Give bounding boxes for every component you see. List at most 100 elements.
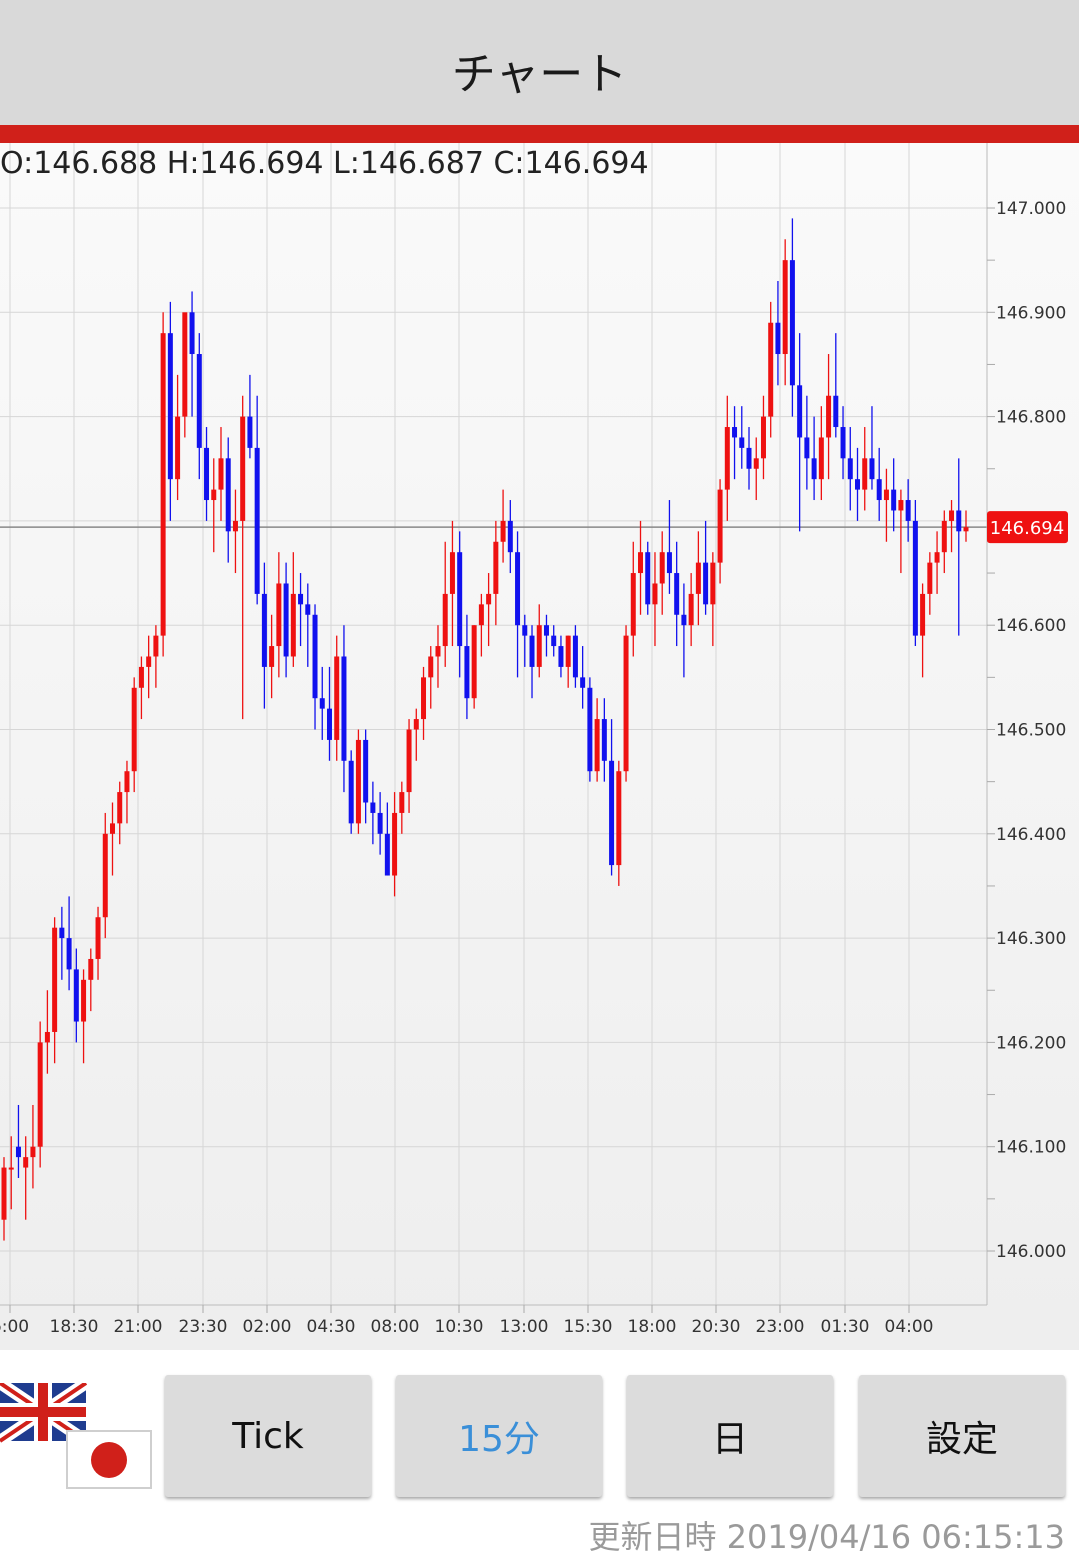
candle (493, 520, 499, 626)
candle-body (261, 593, 267, 667)
candle (681, 583, 687, 678)
candle-body (52, 927, 58, 1032)
candle-body (117, 792, 123, 824)
candle (88, 948, 94, 1012)
candle-body (876, 479, 882, 501)
candle (876, 447, 882, 521)
candle (406, 719, 412, 813)
candle-body (934, 552, 940, 563)
candle (659, 531, 665, 615)
candle (44, 990, 50, 1074)
candle-body (254, 447, 260, 594)
candle (254, 395, 260, 605)
candle-body (638, 552, 644, 574)
interval-15m-button[interactable]: 15分 (396, 1375, 602, 1497)
candle (710, 552, 716, 647)
candle-body (348, 760, 354, 824)
interval-day-button[interactable]: 日 (627, 1375, 833, 1497)
candle-body (269, 646, 275, 667)
candle-body (594, 719, 600, 772)
candle (247, 374, 253, 459)
candle (891, 458, 897, 532)
gbp-jpy-flag-icon[interactable] (0, 1378, 155, 1491)
candle-body (630, 573, 636, 636)
candle-body (869, 458, 875, 480)
y-tick-label: 147.000 (996, 199, 1066, 219)
candle (623, 625, 629, 782)
candle (949, 500, 955, 553)
y-tick-label: 146.800 (996, 408, 1066, 428)
candle (442, 541, 448, 667)
candle-body (73, 969, 79, 1022)
candle (732, 406, 738, 480)
candle-body (580, 677, 586, 688)
candle (912, 500, 918, 647)
candle-body (500, 520, 506, 542)
candle-body (276, 583, 282, 647)
candle-body (23, 1157, 29, 1168)
candle-body (102, 833, 108, 918)
x-tick-label: 6:00 (0, 1317, 29, 1337)
candle (355, 729, 361, 834)
candlestick-chart[interactable]: 147.000146.900146.800146.700146.600146.5… (0, 0, 1079, 1360)
candle (941, 510, 947, 574)
candle-body (384, 833, 390, 876)
candle-body (826, 395, 832, 438)
candle (276, 552, 282, 678)
y-tick-label: 146.400 (996, 825, 1066, 845)
candle (601, 698, 607, 782)
candle-body (558, 646, 564, 667)
candle-body (797, 385, 803, 438)
candle (883, 468, 889, 542)
candle-body (760, 416, 766, 459)
candle (616, 760, 622, 886)
candle (746, 427, 752, 490)
candle (319, 666, 325, 740)
y-tick-label: 146.200 (996, 1033, 1066, 1053)
candle (175, 374, 181, 501)
candle (760, 395, 766, 480)
candle (833, 333, 839, 438)
candle-body (855, 479, 861, 490)
candle (59, 906, 65, 980)
candle (211, 458, 217, 553)
candle-body (95, 917, 101, 959)
candle (95, 906, 101, 980)
candle-body (681, 614, 687, 626)
candle-body (949, 510, 955, 521)
candle-body (572, 635, 578, 678)
candle (572, 625, 578, 688)
candle-body (478, 604, 484, 626)
y-tick-label: 146.300 (996, 929, 1066, 949)
candle (298, 573, 304, 647)
candle (956, 458, 962, 636)
candle (818, 406, 824, 501)
candle-body (862, 458, 868, 490)
candle (898, 489, 904, 574)
candle (869, 406, 875, 490)
tick-button[interactable]: Tick (165, 1375, 371, 1497)
candle-body (59, 927, 65, 939)
candle-body (298, 593, 304, 605)
x-tick-label: 02:00 (243, 1317, 292, 1337)
candle (630, 541, 636, 657)
candle-body (551, 635, 557, 647)
candle-body (811, 458, 817, 480)
candle-body (247, 416, 253, 448)
candle (811, 416, 817, 501)
candle-body (189, 312, 195, 355)
candle-body (920, 593, 926, 636)
candle-body (15, 1146, 21, 1158)
candle (131, 677, 137, 793)
x-tick-label: 01:30 (821, 1317, 870, 1337)
candle-body (370, 802, 376, 813)
x-axis: 6:00 18:30 21:00 23:30 02:00 04:30 08:00 10:30 1… (0, 1304, 987, 1337)
candle-body (587, 687, 593, 772)
candle (478, 593, 484, 657)
current-price-label: 146.694 (990, 518, 1064, 539)
candle (905, 479, 911, 542)
candle (645, 541, 651, 615)
candle-body (507, 520, 513, 553)
update-timestamp: 更新日時 2019/04/16 06:15:13 (588, 1518, 1065, 1556)
settings-button[interactable]: 設定 (859, 1375, 1065, 1497)
